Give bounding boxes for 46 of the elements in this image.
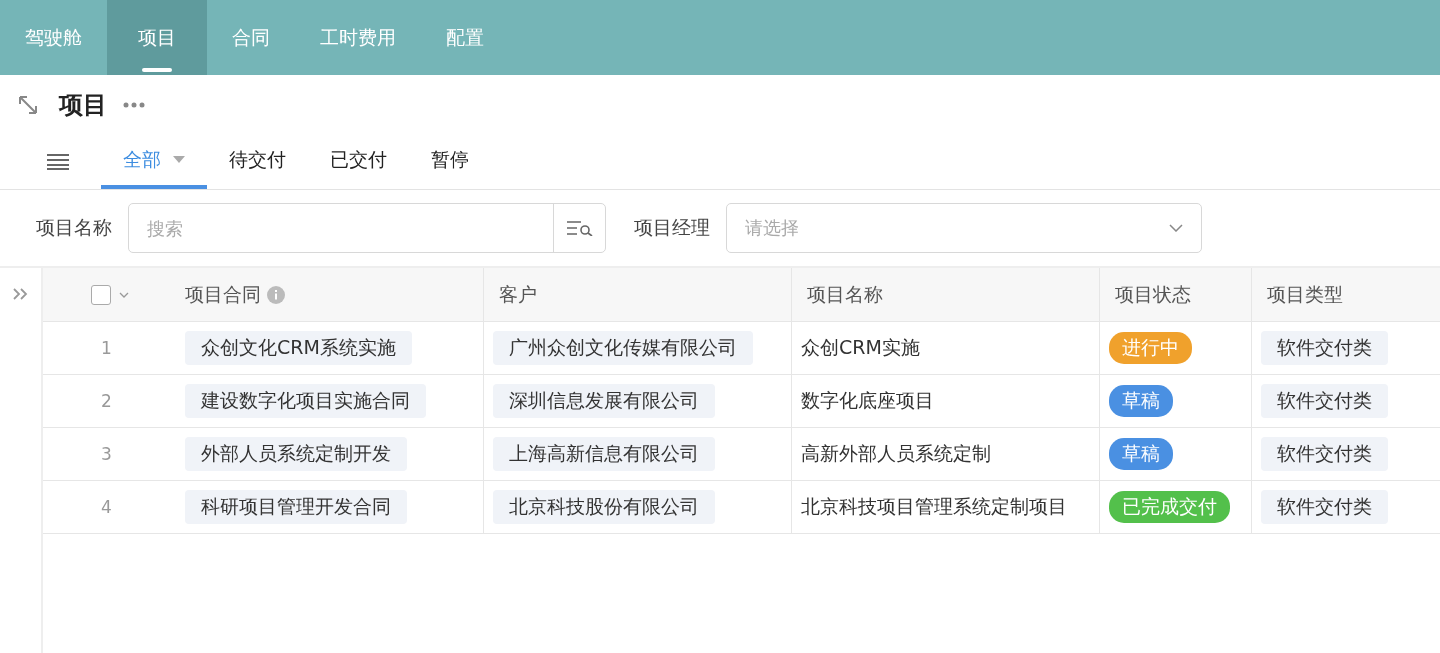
filter-label: 项目名称 [36, 215, 112, 240]
table-cell-text: 众创CRM实施 [801, 335, 920, 360]
info-icon[interactable] [267, 285, 285, 304]
filter-tab[interactable]: 已交付 [308, 135, 409, 189]
contract-tag[interactable]: 建设数字化项目实施合同 [185, 384, 426, 418]
row-number: 1 [101, 338, 112, 358]
type-tag: 软件交付类 [1261, 437, 1388, 471]
column-title: 项目名称 [807, 281, 883, 307]
expand-icon[interactable] [17, 94, 39, 116]
table-cell-text: 高新外部人员系统定制 [801, 441, 991, 466]
chevron-down-icon[interactable] [118, 291, 129, 298]
status-badge: 草稿 [1109, 438, 1173, 470]
column-title: 客户 [499, 281, 537, 307]
customer-tag[interactable]: 上海高新信息有限公司 [493, 437, 715, 471]
column-title: 项目类型 [1267, 281, 1343, 307]
filter-label: 项目经理 [634, 215, 710, 240]
contract-tag[interactable]: 科研项目管理开发合同 [185, 490, 407, 524]
column-title: 项目合同 [185, 281, 261, 307]
customer-tag[interactable]: 广州众创文化传媒有限公司 [493, 331, 753, 365]
filter-tab[interactable]: 暂停 [409, 135, 491, 189]
row-number: 3 [101, 444, 112, 464]
status-badge: 草稿 [1109, 385, 1173, 417]
type-tag: 软件交付类 [1261, 331, 1388, 365]
select-all-checkbox[interactable] [90, 284, 111, 305]
contract-tag[interactable]: 外部人员系统定制开发 [185, 437, 407, 471]
type-tag: 软件交付类 [1261, 490, 1388, 524]
table-cell-text: 数字化底座项目 [801, 388, 934, 413]
menu-icon[interactable] [47, 154, 69, 170]
expand-sidebar-icon[interactable] [11, 288, 30, 300]
page-title: 项目 [59, 90, 107, 121]
row-number: 2 [101, 391, 112, 411]
type-tag: 软件交付类 [1261, 384, 1388, 418]
dropdown-icon [173, 156, 185, 164]
status-badge: 进行中 [1109, 332, 1192, 364]
select-placeholder: 请选择 [745, 216, 799, 240]
row-number: 4 [101, 497, 112, 517]
search-icon [566, 220, 593, 236]
contract-tag[interactable]: 众创文化CRM系统实施 [185, 331, 412, 365]
filter-tab[interactable]: 待交付 [207, 135, 308, 189]
customer-tag[interactable]: 深圳信息发展有限公司 [493, 384, 715, 418]
chevron-down-icon [1169, 224, 1183, 232]
table-cell-text: 北京科技项目管理系统定制项目 [801, 494, 1067, 519]
customer-tag[interactable]: 北京科技股份有限公司 [493, 490, 715, 524]
more-icon[interactable] [123, 102, 145, 108]
status-badge: 已完成交付 [1109, 491, 1230, 523]
column-title: 项目状态 [1115, 281, 1191, 307]
